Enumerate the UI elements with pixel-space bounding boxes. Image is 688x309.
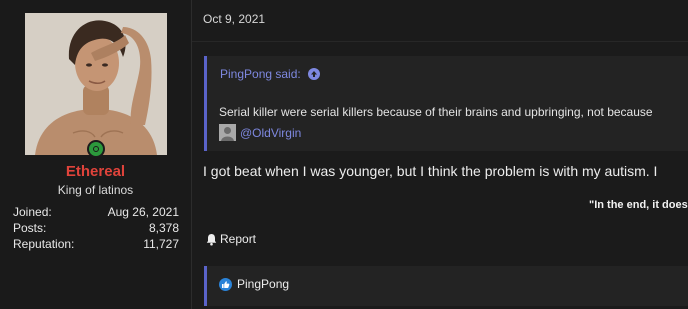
signature: "In the end, it does xyxy=(589,199,688,211)
quote-text: Serial killer were serial killers becaus… xyxy=(219,105,653,119)
like-icon xyxy=(219,277,232,291)
report-button[interactable]: Report xyxy=(205,232,256,246)
avatar[interactable] xyxy=(25,13,167,155)
stat-row-joined: Joined: Aug 26, 2021 xyxy=(13,204,179,220)
user-stats: Joined: Aug 26, 2021 Posts: 8,378 Reputa… xyxy=(13,204,179,252)
arrow-up-circle-icon[interactable] xyxy=(307,68,320,80)
mention-link[interactable]: @OldVirgin xyxy=(219,124,301,141)
bell-icon xyxy=(206,233,217,245)
divider xyxy=(192,41,688,42)
user-title: King of latinos xyxy=(57,183,134,197)
reaction-summary[interactable]: PingPong xyxy=(219,277,289,291)
message-panel: Oct 9, 2021 PingPong said: Serial killer… xyxy=(192,0,688,309)
quote-author-label[interactable]: PingPong said: xyxy=(220,67,301,81)
username[interactable]: Ethereal xyxy=(0,163,191,180)
stat-label: Reputation: xyxy=(13,237,75,251)
mention-name[interactable]: @OldVirgin xyxy=(240,126,301,140)
reaction-users[interactable]: PingPong xyxy=(237,277,289,291)
stat-row-posts: Posts: 8,378 xyxy=(13,220,179,236)
stat-label: Joined: xyxy=(13,205,52,219)
mention-avatar xyxy=(219,124,236,141)
quote-block: PingPong said: Serial killer were serial… xyxy=(204,56,688,151)
stat-value: Aug 26, 2021 xyxy=(107,205,179,219)
user-info-panel: Ethereal King of latinos Joined: Aug 26,… xyxy=(0,0,192,309)
online-status-icon xyxy=(87,140,105,158)
avatar-image xyxy=(25,13,167,155)
stat-value: 8,378 xyxy=(148,221,179,235)
report-label[interactable]: Report xyxy=(220,232,256,246)
forum-post: Ethereal King of latinos Joined: Aug 26,… xyxy=(0,0,688,309)
reactions-bar: PingPong xyxy=(204,266,688,306)
post-date[interactable]: Oct 9, 2021 xyxy=(203,12,265,26)
stat-row-reputation: Reputation: 11,727 xyxy=(13,236,179,252)
stat-label: Posts: xyxy=(13,221,47,235)
stat-value: 11,727 xyxy=(143,237,179,251)
post-body: I got beat when I was younger, but I thi… xyxy=(203,163,658,179)
quote-author[interactable]: PingPong said: xyxy=(220,67,320,81)
